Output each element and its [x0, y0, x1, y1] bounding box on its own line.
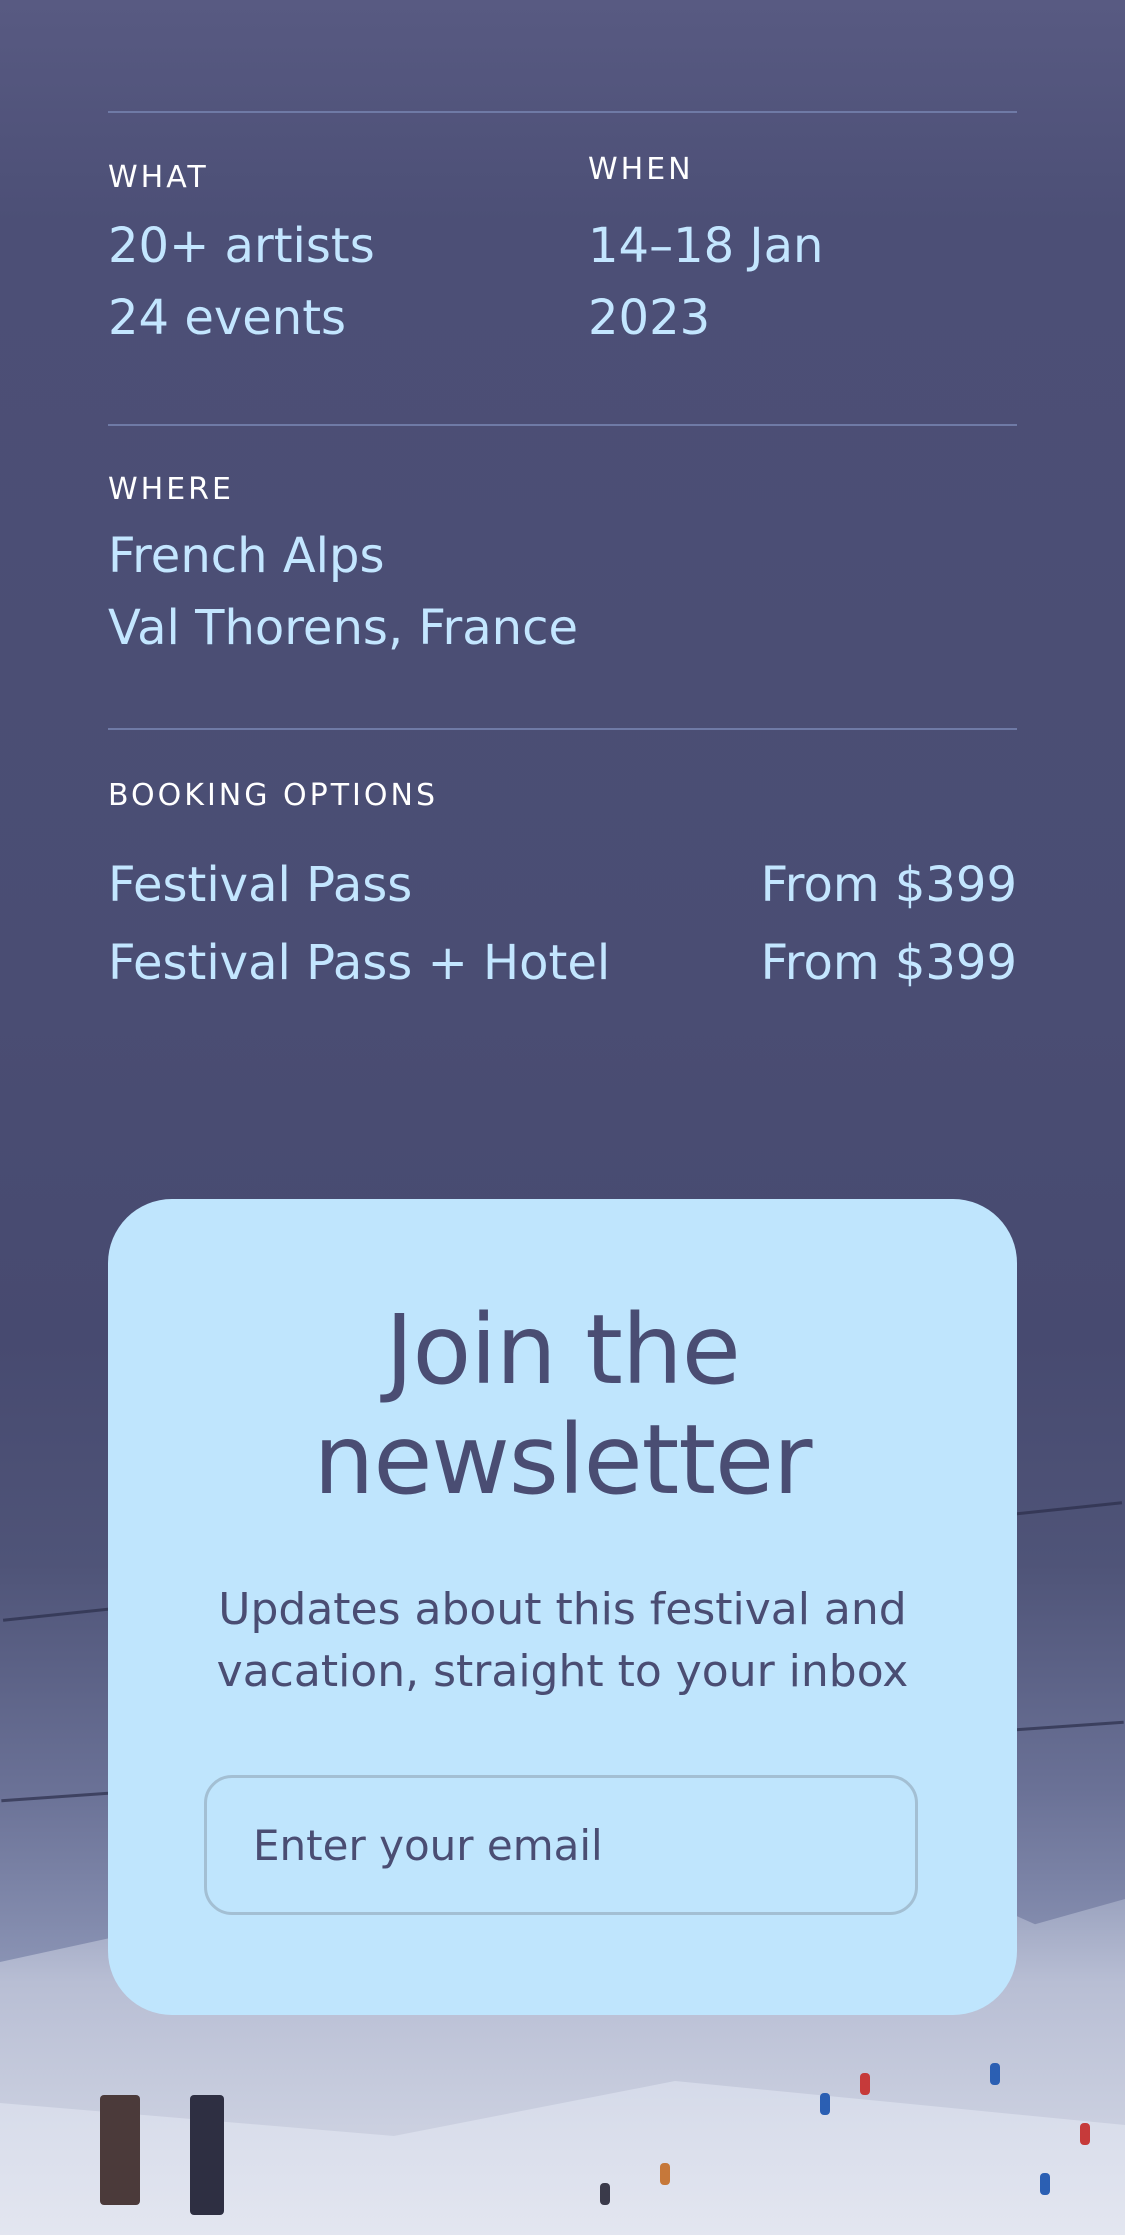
- newsletter-title-line-1: Join the: [385, 1294, 741, 1406]
- what-label: WHAT: [108, 160, 209, 195]
- skier: [990, 2063, 1000, 2085]
- newsletter-title: Join the newsletter: [108, 1295, 1017, 1515]
- divider: [108, 111, 1017, 113]
- newsletter-title-line-2: newsletter: [313, 1404, 813, 1516]
- email-input[interactable]: [204, 1775, 918, 1915]
- skier: [600, 2183, 610, 2205]
- newsletter-subtitle-line-2: vacation, straight to your inbox: [216, 1646, 909, 1697]
- skier: [660, 2163, 670, 2185]
- where-line-2: Val Thorens, France: [108, 600, 578, 656]
- what-line-2: 24 events: [108, 290, 347, 346]
- newsletter-card: Join the newsletter Updates about this f…: [108, 1199, 1017, 2015]
- when-label: WHEN: [588, 152, 694, 187]
- when-line-2: 2023: [588, 290, 711, 346]
- skier: [1040, 2173, 1050, 2195]
- booking-option-price: From $399: [760, 935, 1017, 991]
- booking-option-name: Festival Pass: [108, 857, 413, 913]
- skier: [820, 2093, 830, 2115]
- newsletter-subtitle: Updates about this festival and vacation…: [168, 1579, 957, 1703]
- booking-option-festival-pass-hotel[interactable]: Festival Pass + Hotel From $399: [108, 928, 1017, 998]
- what-line-1: 20+ artists: [108, 218, 375, 274]
- skier: [1080, 2123, 1090, 2145]
- where-line-1: French Alps: [108, 528, 385, 584]
- when-line-1: 14–18 Jan: [588, 218, 824, 274]
- skier: [860, 2073, 870, 2095]
- skier: [100, 2095, 140, 2205]
- booking-option-festival-pass[interactable]: Festival Pass From $399: [108, 850, 1017, 920]
- newsletter-subtitle-line-1: Updates about this festival and: [218, 1584, 907, 1635]
- booking-option-price: From $399: [760, 857, 1017, 913]
- divider: [108, 424, 1017, 426]
- skier: [190, 2095, 224, 2215]
- booking-option-name: Festival Pass + Hotel: [108, 935, 611, 991]
- divider: [108, 728, 1017, 730]
- booking-options-label: BOOKING OPTIONS: [108, 778, 438, 813]
- where-label: WHERE: [108, 472, 234, 507]
